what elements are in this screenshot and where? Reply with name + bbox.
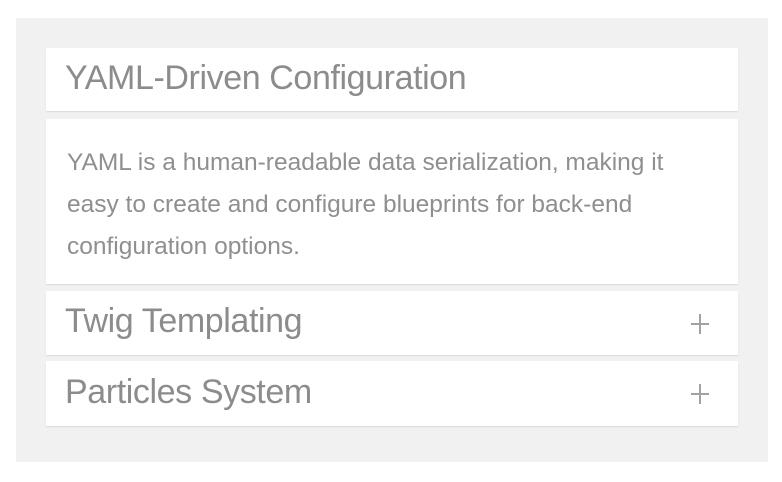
plus-icon[interactable] (689, 303, 711, 341)
accordion-header-yaml-config[interactable]: YAML-Driven Configuration (46, 48, 738, 111)
accordion-header-particles-system[interactable]: Particles System (46, 361, 738, 426)
plus-icon[interactable] (689, 373, 711, 411)
accordion-panel: YAML-Driven Configuration YAML is a huma… (16, 18, 768, 462)
accordion-title: Particles System (65, 373, 312, 411)
accordion-header-twig-templating[interactable]: Twig Templating (46, 291, 738, 355)
accordion-content-yaml-config: YAML is a human-readable data serializat… (46, 119, 738, 284)
accordion-title: Twig Templating (65, 302, 303, 340)
accordion-title: YAML-Driven Configuration (65, 59, 467, 97)
accordion-description: YAML is a human-readable data serializat… (67, 149, 664, 260)
